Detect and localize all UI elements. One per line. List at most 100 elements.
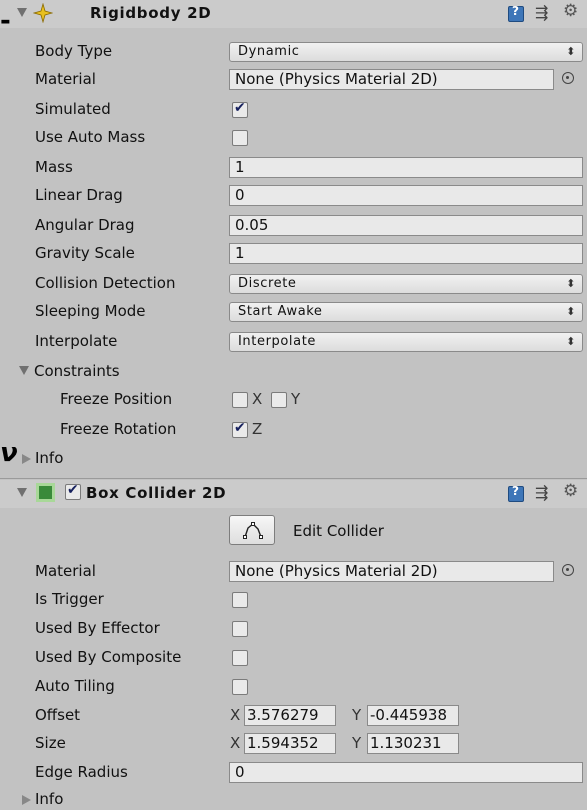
simulated-checkbox[interactable] [232, 100, 248, 118]
body-type-label: Body Type [35, 42, 113, 60]
collision-detection-dropdown[interactable]: Discrete ⬍ [229, 274, 583, 294]
offset-x-label: X [230, 706, 241, 724]
mass-label: Mass [35, 158, 73, 176]
edit-collider-button[interactable] [229, 515, 275, 545]
gravity-scale-input[interactable]: 1 [229, 243, 583, 264]
sleeping-mode-value: Start Awake [238, 304, 323, 319]
edit-collider-icon [243, 522, 263, 539]
collider-material-row: Material None (Physics Material 2D) [0, 558, 587, 586]
used-by-composite-label: Used By Composite [35, 648, 182, 666]
offset-y-input[interactable]: -0.445938 [367, 705, 459, 726]
linear-drag-input[interactable]: 0 [229, 185, 583, 206]
angular-drag-label: Angular Drag [35, 216, 135, 234]
used-by-composite-row: Used By Composite [0, 644, 587, 672]
use-auto-mass-label: Use Auto Mass [35, 128, 146, 146]
simulated-label: Simulated [35, 100, 111, 118]
component-title: Rigidbody 2D [90, 4, 212, 22]
freeze-position-y-label: Y [291, 390, 301, 408]
material-field[interactable]: None (Physics Material 2D) [229, 69, 554, 90]
use-auto-mass-checkbox[interactable] [232, 130, 248, 146]
material-label: Material [35, 70, 96, 88]
object-picker-icon[interactable] [562, 72, 574, 84]
freeze-position-y-checkbox[interactable] [271, 392, 287, 408]
offset-y-label: Y [352, 706, 362, 724]
info-label: Info [35, 449, 64, 467]
box-collider-icon [36, 483, 55, 502]
linear-drag-row: Linear Drag 0 [0, 182, 587, 210]
collider-info-label: Info [35, 790, 64, 808]
angular-drag-row: Angular Drag 0.05 [0, 212, 587, 240]
freeze-rotation-z-checkbox[interactable] [232, 420, 248, 438]
freeze-rotation-z-label: Z [252, 420, 263, 438]
object-picker-icon[interactable] [562, 564, 574, 576]
size-y-label: Y [352, 734, 362, 752]
inspector-panel: Rigidbody 2D ⇶ ⚙ - Body Type Dynamic ⬍ M… [0, 0, 587, 810]
foldout-arrow-icon[interactable] [22, 454, 31, 464]
size-y-input[interactable]: 1.130231 [367, 733, 459, 754]
interpolate-dropdown[interactable]: Interpolate ⬍ [229, 332, 583, 352]
edge-radius-label: Edge Radius [35, 763, 128, 781]
rigidbody-2d-header[interactable]: Rigidbody 2D ⇶ ⚙ [0, 0, 587, 28]
edge-radius-input[interactable]: 0 [229, 762, 583, 783]
foldout-arrow-icon[interactable] [17, 8, 27, 17]
collider-info-foldout[interactable]: Info [0, 786, 587, 810]
component-title: Box Collider 2D [86, 484, 227, 502]
box-collider-enabled-checkbox[interactable] [65, 482, 81, 500]
is-trigger-label: Is Trigger [35, 590, 104, 608]
auto-tiling-label: Auto Tiling [35, 677, 115, 695]
collider-material-field[interactable]: None (Physics Material 2D) [229, 561, 554, 582]
gravity-scale-label: Gravity Scale [35, 244, 135, 262]
rigidbody-icon [32, 2, 54, 24]
collision-detection-row: Collision Detection Discrete ⬍ [0, 270, 587, 298]
use-auto-mass-row: Use Auto Mass [0, 124, 587, 152]
body-type-dropdown[interactable]: Dynamic ⬍ [229, 42, 583, 62]
interpolate-label: Interpolate [35, 332, 118, 350]
auto-tiling-row: Auto Tiling [0, 673, 587, 701]
divider [0, 478, 587, 479]
gravity-scale-row: Gravity Scale 1 [0, 240, 587, 268]
used-by-effector-checkbox[interactable] [232, 621, 248, 637]
material-row: Material None (Physics Material 2D) [0, 66, 587, 94]
used-by-composite-checkbox[interactable] [232, 650, 248, 666]
body-type-row: Body Type Dynamic ⬍ [0, 38, 587, 66]
constraints-label: Constraints [34, 362, 120, 380]
size-x-input[interactable]: 1.594352 [244, 733, 336, 754]
dropdown-arrow-icon: ⬍ [566, 45, 576, 58]
freeze-position-x-label: X [252, 390, 263, 408]
auto-tiling-checkbox[interactable] [232, 679, 248, 695]
size-x-label: X [230, 734, 241, 752]
collider-material-label: Material [35, 562, 96, 580]
annotation-mark: ν [0, 438, 18, 468]
dropdown-arrow-icon: ⬍ [566, 305, 576, 318]
gear-icon[interactable]: ⚙ [563, 481, 579, 501]
offset-label: Offset [35, 706, 81, 724]
info-foldout[interactable]: Info [0, 445, 587, 473]
is-trigger-checkbox[interactable] [232, 592, 248, 608]
freeze-position-row: Freeze Position X Y [0, 386, 587, 414]
help-book-icon[interactable] [508, 484, 524, 502]
box-collider-2d-header[interactable]: Box Collider 2D ⇶ ⚙ [0, 480, 587, 508]
sleeping-mode-row: Sleeping Mode Start Awake ⬍ [0, 298, 587, 326]
body-type-value: Dynamic [238, 44, 300, 59]
collision-detection-value: Discrete [238, 276, 297, 291]
mass-input[interactable]: 1 [229, 157, 583, 178]
angular-drag-input[interactable]: 0.05 [229, 215, 583, 236]
linear-drag-label: Linear Drag [35, 186, 123, 204]
freeze-rotation-row: Freeze Rotation Z [0, 416, 587, 444]
foldout-arrow-icon[interactable] [22, 795, 31, 805]
constraints-foldout[interactable]: Constraints [0, 358, 587, 386]
foldout-arrow-icon[interactable] [19, 366, 29, 375]
gear-icon[interactable]: ⚙ [563, 1, 579, 21]
collision-detection-label: Collision Detection [35, 274, 176, 292]
sleeping-mode-dropdown[interactable]: Start Awake ⬍ [229, 302, 583, 322]
freeze-position-x-checkbox[interactable] [232, 392, 248, 408]
presets-icon[interactable]: ⇶ [535, 3, 551, 22]
presets-icon[interactable]: ⇶ [535, 483, 551, 502]
used-by-effector-row: Used By Effector [0, 615, 587, 643]
help-book-icon[interactable] [508, 4, 524, 22]
size-label: Size [35, 734, 66, 752]
edge-radius-row: Edge Radius 0 [0, 759, 587, 787]
edit-collider-label: Edit Collider [293, 522, 384, 540]
offset-x-input[interactable]: 3.576279 [244, 705, 336, 726]
foldout-arrow-icon[interactable] [17, 488, 27, 497]
